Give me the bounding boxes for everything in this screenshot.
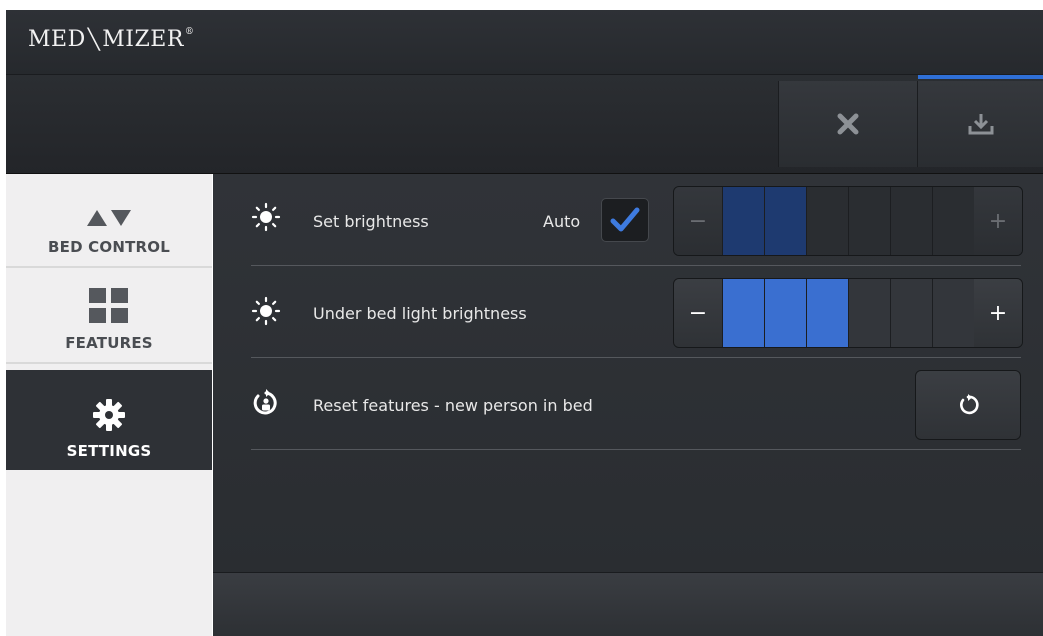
settings-panel: Set brightness Auto − + Under bed light … [213,174,1043,572]
level-segment[interactable] [806,187,848,255]
level-segment[interactable] [806,279,848,347]
under-bed-label: Under bed light brightness [313,304,527,323]
sidebar: BED CONTROL FEATURES SETTINGS [6,174,212,636]
reset-row: Reset features - new person in bed [251,358,1021,450]
brand-bar: MED ╲MIZER® [6,10,1043,75]
under-bed-row: Under bed light brightness − + [251,266,1023,358]
reset-features-button[interactable] [915,370,1021,440]
gear-icon [93,399,125,431]
sun-icon [251,296,281,326]
sidebar-item-label: BED CONTROL [48,238,170,256]
brightness-level-bar [722,187,974,255]
checkmark-icon [610,207,640,232]
level-segment[interactable] [722,187,764,255]
level-segment[interactable] [764,187,806,255]
level-segment[interactable] [932,187,974,255]
sidebar-item-label: FEATURES [65,334,153,352]
sidebar-item-label: SETTINGS [66,442,152,460]
brand-logo: MED ╲MIZER® [28,27,195,52]
sidebar-item-features[interactable]: FEATURES [6,270,212,364]
reset-label: Reset features - new person in bed [313,396,593,415]
level-segment[interactable] [932,279,974,347]
up-down-arrows-icon [87,210,131,226]
under-bed-level-bar [722,279,974,347]
row-divider [251,449,1021,450]
level-segment[interactable] [848,187,890,255]
app-frame: MED ╲MIZER® BED CONTROL FEATURES SETTING… [6,10,1043,636]
save-button[interactable] [917,75,1043,167]
brightness-label: Set brightness [313,212,429,231]
level-segment[interactable] [764,279,806,347]
auto-label: Auto [543,212,581,231]
level-segment[interactable] [890,187,932,255]
brightness-row: Set brightness Auto − + [251,174,1023,266]
toolbar [6,75,1043,174]
download-icon [968,114,994,135]
brightness-stepper: − + [673,186,1023,256]
refresh-icon [960,394,979,415]
brightness-decrease-button[interactable]: − [674,187,722,255]
grid-icon [89,288,128,323]
under-bed-stepper: − + [673,278,1023,348]
level-segment[interactable] [848,279,890,347]
reset-person-icon [251,388,281,418]
auto-checkbox[interactable] [601,198,649,242]
bottom-bar [213,572,1043,636]
close-icon [837,113,859,135]
brightness-increase-button[interactable]: + [974,187,1022,255]
under-bed-increase-button[interactable]: + [974,279,1022,347]
sidebar-item-settings[interactable]: SETTINGS [6,370,212,470]
level-segment[interactable] [890,279,932,347]
under-bed-decrease-button[interactable]: − [674,279,722,347]
level-segment[interactable] [722,279,764,347]
close-button[interactable] [778,81,917,167]
sun-icon [251,202,281,232]
sidebar-item-bed-control[interactable]: BED CONTROL [6,174,212,268]
